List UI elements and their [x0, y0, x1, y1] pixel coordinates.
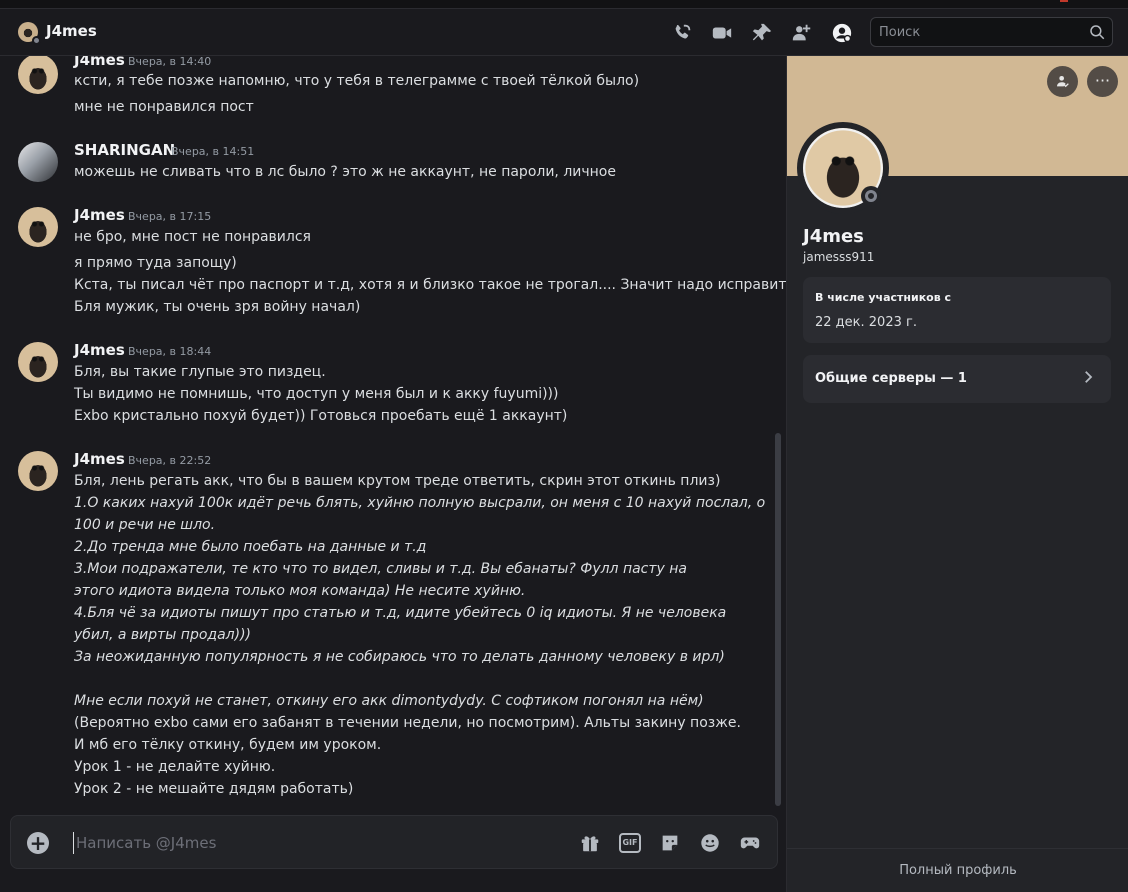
- message-line: За неожиданную популярность я не собираю…: [74, 649, 725, 665]
- add-icon[interactable]: +: [27, 832, 49, 854]
- author-avatar[interactable]: [18, 342, 58, 382]
- author-name[interactable]: J4mes: [74, 56, 125, 69]
- window-accent-mark: [1060, 0, 1068, 2]
- message-timestamp: Вчера, в 14:40: [128, 56, 212, 68]
- member-since-label: В числе участников с: [815, 291, 952, 304]
- sticker-icon[interactable]: [659, 832, 681, 854]
- mutual-servers-row[interactable]: Общие серверы — 1: [803, 355, 1111, 403]
- dm-header: J4mes: [0, 8, 1128, 56]
- author-avatar[interactable]: [18, 451, 58, 491]
- author-avatar[interactable]: [18, 207, 58, 247]
- message-line: я прямо туда запощу): [74, 255, 237, 271]
- search-input[interactable]: [879, 23, 1079, 41]
- message-line: мне не понравился пост: [74, 99, 254, 115]
- message-line: Ты видимо не помнишь, что доступ у меня …: [74, 386, 559, 402]
- full-profile-link[interactable]: Полный профиль: [787, 848, 1128, 892]
- add-friend-icon[interactable]: [1047, 66, 1078, 97]
- window-top-strip: [0, 0, 1128, 8]
- search-icon[interactable]: [1088, 23, 1106, 41]
- activities-icon[interactable]: [739, 832, 761, 854]
- message-timestamp: Вчера, в 17:15: [128, 210, 212, 223]
- message-line: Мне если похуй не станет, откину его акк…: [74, 693, 704, 709]
- author-avatar[interactable]: [18, 56, 58, 94]
- author-name[interactable]: J4mes: [74, 206, 125, 224]
- dm-title[interactable]: J4mes: [46, 22, 97, 40]
- message-line: И мб его тёлку откину, будем им уроком.: [74, 737, 382, 753]
- author-name[interactable]: J4mes: [74, 450, 125, 468]
- gif-icon[interactable]: GIF: [619, 833, 641, 853]
- message-composer: + GIF: [10, 815, 778, 869]
- search-box[interactable]: [870, 17, 1113, 47]
- message-timestamp: Вчера, в 14:51: [171, 145, 255, 158]
- message-line: этого идиота видела только моя команда) …: [74, 583, 526, 599]
- profile-username: jamesss911: [803, 250, 875, 264]
- pin-icon[interactable]: [751, 22, 773, 44]
- message-line: Урок 2 - не мешайте дядям работать): [74, 781, 354, 797]
- message-line: 4.Бля чё за идиоты пишут про статью и т.…: [74, 605, 727, 621]
- message-line: Урок 1 - не делайте хуйню.: [74, 759, 276, 775]
- message-line: 1.О каких нахуй 100к идёт речь блять, ху…: [74, 495, 766, 511]
- video-call-icon[interactable]: [711, 22, 733, 44]
- author-name[interactable]: SHARINGAN: [74, 141, 175, 159]
- author-avatar[interactable]: [18, 142, 58, 182]
- chevron-right-icon: [1079, 368, 1097, 388]
- mutual-servers-label: Общие серверы — 1: [815, 371, 967, 386]
- emoji-icon[interactable]: [699, 832, 721, 854]
- message-input[interactable]: [73, 832, 553, 854]
- message-line: можешь не сливать что в лс было ? это ж …: [74, 164, 616, 180]
- member-since-value: 22 дек. 2023 г.: [815, 315, 917, 330]
- author-name[interactable]: J4mes: [74, 341, 125, 359]
- more-options-button[interactable]: ···: [1087, 66, 1118, 97]
- message-line: Exbo кристально похуй будет)) Готовься п…: [74, 408, 568, 424]
- add-friends-icon[interactable]: [791, 22, 813, 44]
- message-line: Бля, лень регать акк, что бы в вашем кру…: [74, 473, 721, 489]
- message-line: (Вероятно exbo сами его забанят в течени…: [74, 715, 741, 731]
- profile-panel: ··· J4mes jamesss911 В числе участников …: [786, 56, 1128, 892]
- message-line: Бля, вы такие глупые это пиздец.: [74, 364, 326, 380]
- message-line: Кста, ты писал чёт про паспорт и т.д, хо…: [74, 277, 786, 293]
- profile-display-name: J4mes: [803, 226, 864, 247]
- message-line: Бля мужик, ты очень зря войну начал): [74, 299, 361, 315]
- voice-call-icon[interactable]: [671, 22, 693, 44]
- message-line: убил, а вирты продал))): [74, 627, 251, 643]
- user-profile-icon[interactable]: [831, 22, 853, 44]
- chat-scrollbar[interactable]: [775, 433, 781, 806]
- header-avatar[interactable]: [18, 22, 41, 45]
- message-list: J4mes Вчера, в 14:40 ксти, я тебе позже …: [0, 56, 786, 892]
- message-line: 100 и речи не шло.: [74, 517, 216, 533]
- status-dot: [32, 36, 41, 45]
- message-line: 3.Мои подражатели, те кто что то видел, …: [74, 561, 687, 577]
- gift-icon[interactable]: [579, 832, 601, 854]
- message-line: 2.До тренда мне было поебать на данные и…: [74, 539, 427, 555]
- profile-status-dot: [861, 186, 881, 206]
- message-line: ксти, я тебе позже напомню, что у тебя в…: [74, 73, 640, 89]
- message-timestamp: Вчера, в 22:52: [128, 454, 212, 467]
- message-timestamp: Вчера, в 18:44: [128, 345, 212, 358]
- message-line: не бро, мне пост не понравился: [74, 229, 311, 245]
- member-since-card: В числе участников с 22 дек. 2023 г.: [803, 277, 1111, 343]
